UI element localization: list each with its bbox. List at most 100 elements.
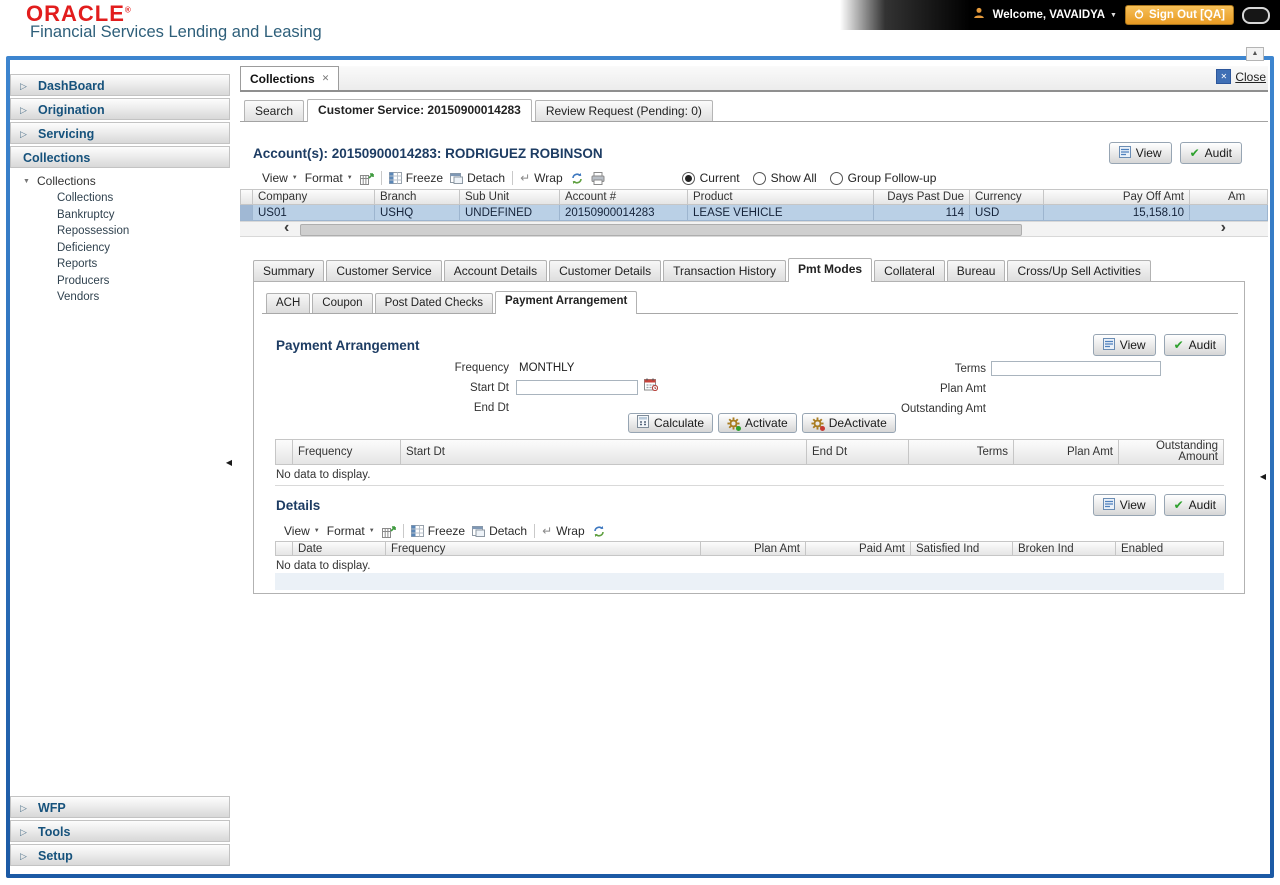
tab-collateral[interactable]: Collateral: [874, 260, 945, 281]
refresh-icon[interactable]: [570, 172, 584, 185]
tree-item-reports[interactable]: Reports: [10, 256, 230, 273]
horizontal-scrollbar[interactable]: ‹ ›: [240, 220, 1268, 237]
column-header-satisfied-ind[interactable]: Satisfied Ind: [911, 541, 1013, 556]
scroll-up-button[interactable]: ▲: [1246, 47, 1264, 61]
sidebar-item-origination[interactable]: ▷ Origination: [10, 98, 230, 120]
export-icon[interactable]: [381, 525, 396, 538]
sidebar-item-wfp[interactable]: ▷ WFP: [10, 796, 230, 818]
scroll-right-icon[interactable]: ›: [1221, 220, 1226, 236]
details-view-button[interactable]: View: [1092, 494, 1156, 516]
column-header-outstanding-amount[interactable]: Outstanding Amount: [1119, 439, 1224, 465]
freeze-button[interactable]: Freeze: [388, 171, 443, 185]
audit-button[interactable]: ✔ Audit: [1179, 142, 1242, 164]
column-header-branch[interactable]: Branch: [375, 189, 460, 205]
details-view-menu[interactable]: View ▼: [284, 524, 320, 538]
view-menu-label: View: [284, 524, 310, 538]
column-header-company[interactable]: Company: [253, 189, 375, 205]
print-icon[interactable]: [591, 171, 605, 185]
tab-transaction-history[interactable]: Transaction History: [663, 260, 787, 281]
tab-customer-service[interactable]: Customer Service: [326, 260, 442, 281]
subtab-coupon[interactable]: Coupon: [312, 293, 373, 313]
tree-item-vendors[interactable]: Vendors: [10, 289, 230, 306]
tree-item-collections[interactable]: Collections: [10, 190, 230, 207]
view-button[interactable]: View: [1108, 142, 1172, 164]
tab-pmt-modes[interactable]: Pmt Modes: [788, 258, 873, 282]
terms-input[interactable]: [991, 361, 1161, 376]
tree-node-collections[interactable]: ▼ Collections: [10, 172, 230, 190]
column-header-broken-ind[interactable]: Broken Ind: [1013, 541, 1116, 556]
details-empty-row: No data to display.: [275, 556, 1224, 573]
column-header-amount[interactable]: Am: [1190, 189, 1268, 205]
details-audit-button[interactable]: ✔ Audit: [1163, 494, 1226, 516]
tree-item-repossession[interactable]: Repossession: [10, 223, 230, 240]
sidebar-item-servicing[interactable]: ▷ Servicing: [10, 122, 230, 144]
view-menu[interactable]: View ▼: [262, 171, 298, 185]
close-control[interactable]: ✕ Close: [1216, 69, 1266, 84]
subtab-payment-arrangement[interactable]: Payment Arrangement: [495, 291, 638, 314]
sidebar-item-tools[interactable]: ▷ Tools: [10, 820, 230, 842]
tab-account-details[interactable]: Account Details: [443, 260, 548, 281]
tree-item-producers[interactable]: Producers: [10, 273, 230, 290]
panel-collapse-handle[interactable]: ◀: [1260, 472, 1266, 481]
details-detach-button[interactable]: Detach: [472, 524, 527, 538]
column-header-pay-off-amt[interactable]: Pay Off Amt: [1044, 189, 1190, 205]
pa-view-button[interactable]: View: [1092, 334, 1156, 356]
column-header-end-dt[interactable]: End Dt: [807, 439, 909, 465]
column-header-frequency[interactable]: Frequency: [386, 541, 701, 556]
column-header-date[interactable]: Date: [293, 541, 386, 556]
scroll-left-icon[interactable]: ‹: [284, 220, 289, 236]
subtab-customer-service[interactable]: Customer Service: 20150900014283: [307, 99, 532, 122]
radio-show-all[interactable]: [752, 171, 766, 185]
tree-item-bankruptcy[interactable]: Bankruptcy: [10, 207, 230, 224]
column-header-start-dt[interactable]: Start Dt: [401, 439, 807, 465]
tab-close-icon[interactable]: ✕: [322, 73, 330, 84]
sidebar-item-label: Collections: [23, 151, 91, 165]
column-header-paid-amt[interactable]: Paid Amt: [806, 541, 911, 556]
details-format-menu[interactable]: Format ▼: [327, 524, 375, 538]
column-header-plan-amt[interactable]: Plan Amt: [701, 541, 806, 556]
tab-cross-up-sell-activities[interactable]: Cross/Up Sell Activities: [1007, 260, 1151, 281]
format-menu[interactable]: Format ▼: [305, 171, 353, 185]
activate-button[interactable]: Activate: [718, 413, 797, 433]
radio-current[interactable]: [681, 171, 695, 185]
column-header-account-number[interactable]: Account #: [560, 189, 688, 205]
tree-item-deficiency[interactable]: Deficiency: [10, 240, 230, 257]
subtab-search[interactable]: Search: [244, 100, 305, 121]
subtab-ach[interactable]: ACH: [266, 293, 311, 313]
tab-summary[interactable]: Summary: [253, 260, 325, 281]
tab-bureau[interactable]: Bureau: [946, 260, 1006, 281]
sidebar-collapse-handle[interactable]: ◀: [226, 458, 232, 467]
column-header-enabled[interactable]: Enabled: [1116, 541, 1224, 556]
tab-customer-details[interactable]: Customer Details: [549, 260, 662, 281]
deactivate-button[interactable]: DeActivate: [801, 413, 896, 433]
wrap-button[interactable]: ↵ Wrap: [520, 171, 563, 185]
detach-button[interactable]: Detach: [450, 171, 505, 185]
column-header-currency[interactable]: Currency: [970, 189, 1044, 205]
calendar-icon[interactable]: [644, 378, 659, 396]
column-header-sub-unit[interactable]: Sub Unit: [460, 189, 560, 205]
welcome-menu[interactable]: Welcome, VAVAIDYA ▼: [993, 9, 1117, 21]
sidebar-item-collections[interactable]: Collections: [10, 146, 230, 168]
radio-group-follow-up[interactable]: [829, 171, 843, 185]
sidebar-item-setup[interactable]: ▷ Setup: [10, 844, 230, 866]
tab-collections-document[interactable]: Collections ✕: [240, 66, 340, 90]
account-grid-row[interactable]: US01 USHQ UNDEFINED 20150900014283 LEASE…: [240, 205, 1268, 221]
refresh-icon[interactable]: [592, 525, 606, 538]
column-header-frequency[interactable]: Frequency: [293, 439, 401, 465]
scrollbar-thumb[interactable]: [300, 224, 1022, 236]
pa-audit-button[interactable]: ✔ Audit: [1163, 334, 1226, 356]
column-header-plan-amt[interactable]: Plan Amt: [1014, 439, 1119, 465]
sidebar-item-dashboard[interactable]: ▷ DashBoard: [10, 74, 230, 96]
column-header-days-past-due[interactable]: Days Past Due: [874, 189, 970, 205]
column-header-product[interactable]: Product: [688, 189, 874, 205]
details-freeze-button[interactable]: Freeze: [410, 524, 465, 538]
details-wrap-button[interactable]: ↵ Wrap: [542, 524, 585, 538]
row-selector[interactable]: [240, 205, 253, 221]
sign-out-button[interactable]: Sign Out [QA]: [1124, 5, 1234, 25]
start-dt-input[interactable]: [516, 380, 638, 395]
calculate-button[interactable]: Calculate: [628, 413, 714, 433]
column-header-terms[interactable]: Terms: [909, 439, 1014, 465]
subtab-review-request[interactable]: Review Request (Pending: 0): [534, 100, 713, 121]
subtab-post-dated-checks[interactable]: Post Dated Checks: [374, 293, 494, 313]
export-icon[interactable]: [359, 172, 374, 185]
